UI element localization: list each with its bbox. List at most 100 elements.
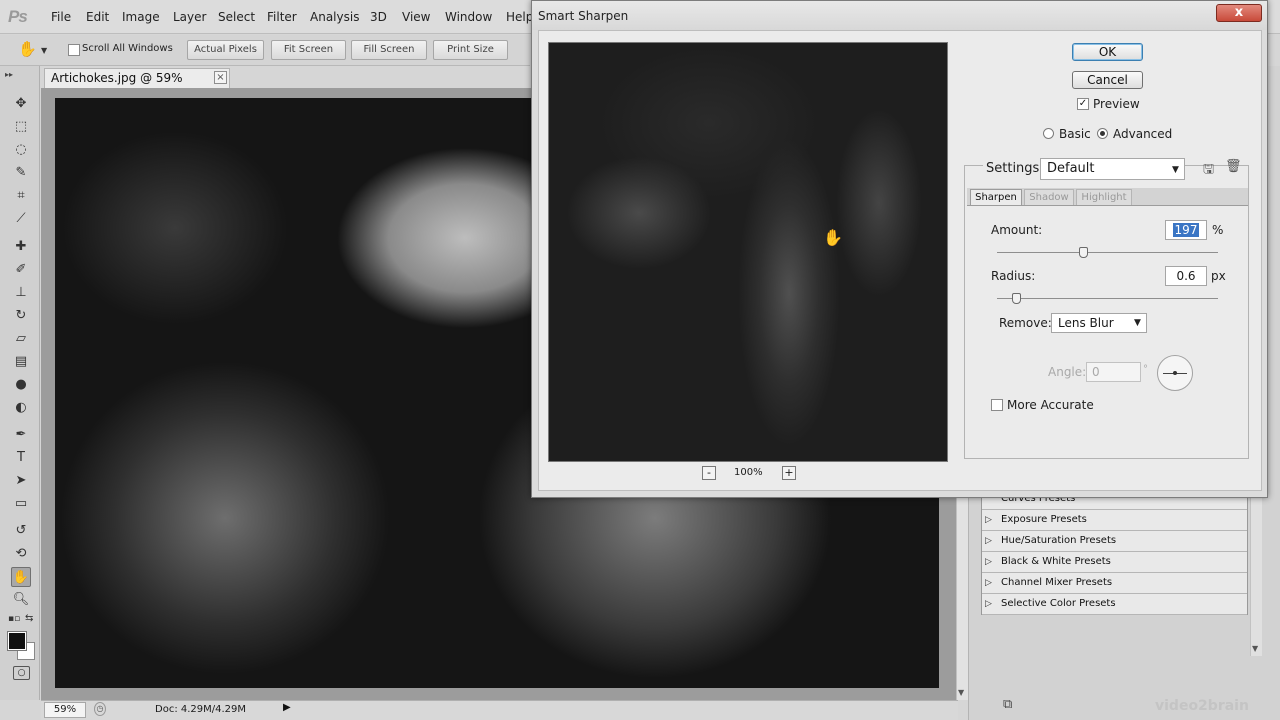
brush-tool-icon[interactable]: ✐ [11,260,31,280]
preset-hue-saturation[interactable]: Hue/Saturation Presets [982,531,1247,552]
ok-button[interactable]: OK [1072,43,1143,61]
rectangle-tool-icon[interactable]: ▭ [11,494,31,514]
hand-cursor-icon: ✋ [823,228,843,247]
remove-dropdown[interactable]: Lens Blur [1051,313,1147,333]
dodge-tool-icon[interactable]: ◐ [11,398,31,418]
marquee-tool-icon[interactable]: ⬚ [11,117,31,137]
menu-help[interactable]: Help [506,10,533,24]
lasso-tool-icon[interactable]: ◌ [11,140,31,160]
status-info-icon[interactable]: ◷ [94,702,106,716]
pen-tool-icon[interactable]: ✒ [11,425,31,445]
trash-icon[interactable]: 🗑︎ [1225,159,1242,174]
quick-selection-tool-icon[interactable]: ✎ [11,163,31,183]
clone-stamp-tool-icon[interactable]: ⊥ [11,283,31,303]
gradient-tool-icon[interactable]: ▤ [11,352,31,372]
healing-brush-tool-icon[interactable]: ✚ [11,237,31,257]
menu-filter[interactable]: Filter [267,10,297,24]
chevron-down-icon[interactable]: ▼ [41,46,47,55]
sharpen-preview-image[interactable] [548,42,948,462]
angle-input[interactable]: 0 [1086,362,1141,382]
document-tab[interactable]: Artichokes.jpg @ 59% (RGB/8) [44,68,230,104]
preset-exposure[interactable]: Exposure Presets [982,510,1247,531]
more-accurate-checkbox[interactable] [991,399,1003,411]
path-selection-tool-icon[interactable]: ➤ [11,471,31,491]
tab-shadow[interactable]: Shadow [1024,189,1074,205]
menu-edit[interactable]: Edit [86,10,109,24]
expand-triangle-icon: ▷ [985,578,992,588]
scroll-all-windows-checkbox[interactable] [68,44,80,56]
hand-tool-preset-icon[interactable]: ✋ [18,40,37,58]
angle-label: Angle: [1048,365,1087,379]
preview-checkbox[interactable]: ✓ [1077,98,1089,110]
close-icon[interactable]: × [214,71,227,84]
basic-radio[interactable] [1043,128,1054,139]
radius-slider-track[interactable] [997,298,1218,299]
expand-triangle-icon: ▷ [985,557,992,567]
amount-slider-track[interactable] [997,252,1218,253]
foreground-color-swatch[interactable] [7,631,27,651]
panel-scroll-down-icon[interactable]: ▼ [1252,644,1258,653]
menu-analysis[interactable]: Analysis [310,10,359,24]
scroll-all-windows-label: Scroll All Windows [82,43,173,54]
dialog-close-button[interactable]: x [1216,4,1262,22]
radius-slider-thumb[interactable] [1012,293,1022,304]
scroll-down-icon[interactable]: ▼ [958,688,964,697]
angle-unit: ° [1143,364,1148,375]
fit-screen-button[interactable]: Fit Screen [271,40,346,60]
preset-selective-color[interactable]: Selective Color Presets [982,594,1247,615]
menu-window[interactable]: Window [445,10,492,24]
advanced-label: Advanced [1113,127,1173,141]
zoom-tool-icon[interactable]: 🔍︎ [11,590,31,610]
collapse-panel-icon[interactable]: ▸▸ [5,70,13,79]
dialog-titlebar[interactable] [532,1,1267,30]
status-menu-arrow-icon[interactable]: ▶ [283,702,291,713]
print-size-button[interactable]: Print Size [433,40,508,60]
cancel-button[interactable]: Cancel [1072,71,1143,89]
actual-pixels-button[interactable]: Actual Pixels [187,40,264,60]
amount-input[interactable]: 197 [1165,220,1207,240]
remove-label: Remove: [999,316,1052,330]
menu-3d[interactable]: 3D [370,10,387,24]
amount-slider-thumb[interactable] [1078,247,1088,258]
type-tool-icon[interactable]: T [11,448,31,468]
photoshop-logo: Ps [8,7,28,26]
chevron-down-icon: ▼ [1172,165,1179,175]
zoom-out-button[interactable]: - [702,466,716,480]
preset-channel-mixer[interactable]: Channel Mixer Presets [982,573,1247,594]
3d-rotate-tool-icon[interactable]: ↺ [11,521,31,541]
blur-tool-icon[interactable]: ● [11,375,31,395]
menu-select[interactable]: Select [218,10,255,24]
expand-triangle-icon: ▷ [985,599,992,609]
eyedropper-tool-icon[interactable]: ⟋ [11,209,31,229]
hand-tool-icon[interactable]: ✋ [11,567,31,587]
menu-layer[interactable]: Layer [173,10,206,24]
zoom-level-field[interactable]: 59% [44,702,86,718]
crop-tool-icon[interactable]: ⌗ [11,186,31,206]
menu-view[interactable]: View [402,10,430,24]
tab-highlight[interactable]: Highlight [1076,189,1132,205]
quick-mask-icon[interactable]: ○ [13,666,30,680]
swap-colors-icon[interactable]: ⇆ [25,613,33,624]
chevron-down-icon: ▼ [1134,318,1141,328]
move-tool-icon[interactable]: ✥ [11,94,31,114]
eraser-tool-icon[interactable]: ▱ [11,329,31,349]
expand-triangle-icon: ▷ [985,515,992,525]
more-accurate-label: More Accurate [1007,398,1094,412]
radius-input[interactable]: 0.6 [1165,266,1207,286]
fill-screen-button[interactable]: Fill Screen [351,40,427,60]
amount-label: Amount: [991,223,1043,237]
default-colors-icon[interactable]: ▪▫ [8,614,20,624]
zoom-in-button[interactable]: + [782,466,796,480]
3d-orbit-tool-icon[interactable]: ⟲ [11,544,31,564]
menu-file[interactable]: File [51,10,71,24]
expand-triangle-icon: ▷ [985,536,992,546]
panel-footer-icon[interactable]: ⧉ [1003,697,1012,712]
history-brush-tool-icon[interactable]: ↻ [11,306,31,326]
dialog-title: Smart Sharpen [538,9,629,23]
preset-black-white[interactable]: Black & White Presets [982,552,1247,573]
menu-image[interactable]: Image [122,10,160,24]
tab-sharpen[interactable]: Sharpen [970,189,1022,205]
save-settings-icon[interactable]: 🖫︎ [1203,160,1214,182]
settings-dropdown[interactable]: Default [1040,158,1185,180]
amount-unit: % [1212,223,1224,237]
